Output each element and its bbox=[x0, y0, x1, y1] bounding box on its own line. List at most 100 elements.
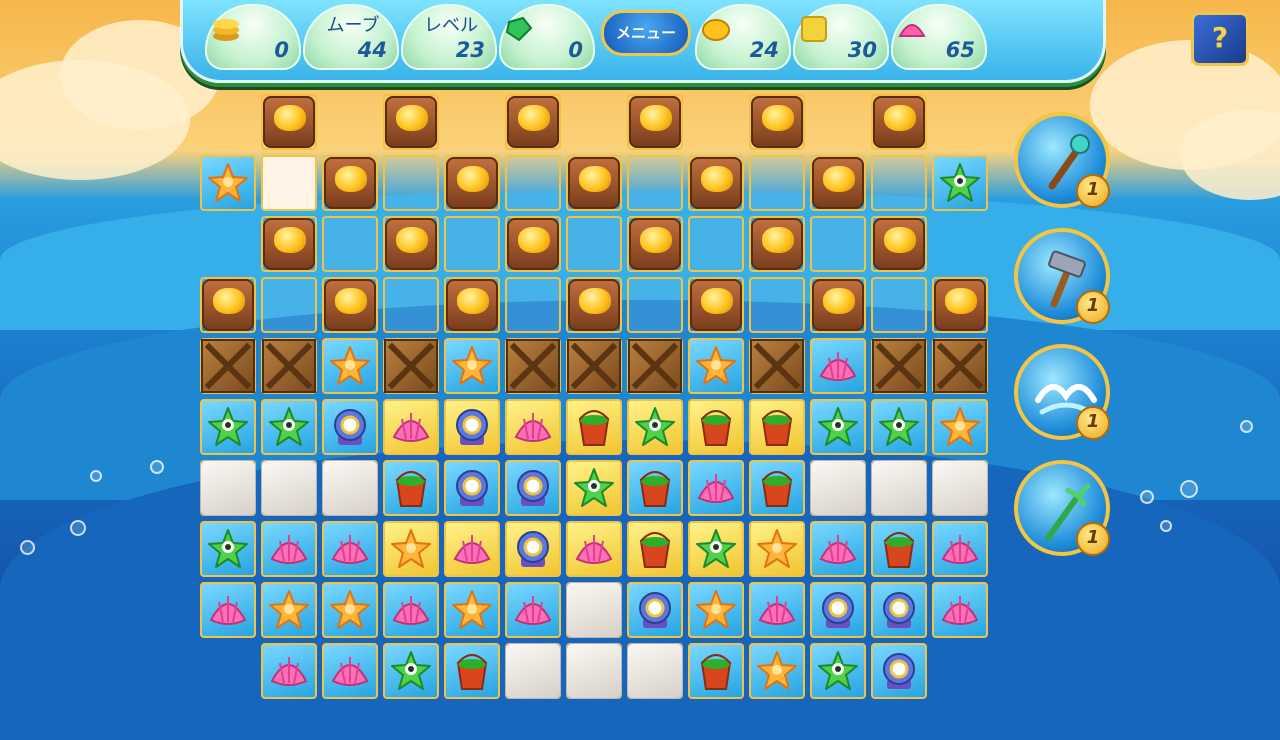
help-book-button[interactable]: ? bbox=[1191, 12, 1249, 66]
board-cell[interactable] bbox=[810, 521, 866, 577]
board-cell[interactable] bbox=[566, 216, 622, 272]
board-cell[interactable] bbox=[566, 155, 622, 211]
board-cell[interactable] bbox=[566, 643, 622, 699]
board-cell[interactable] bbox=[810, 155, 866, 211]
board-cell[interactable] bbox=[322, 460, 378, 516]
board-cell[interactable] bbox=[444, 277, 500, 333]
board-cell[interactable] bbox=[322, 582, 378, 638]
board-cell[interactable] bbox=[749, 155, 805, 211]
board-cell[interactable] bbox=[627, 216, 683, 272]
board-cell[interactable] bbox=[749, 460, 805, 516]
board-cell[interactable] bbox=[871, 94, 927, 150]
board-cell[interactable] bbox=[261, 582, 317, 638]
board-cell[interactable] bbox=[688, 643, 744, 699]
board-cell[interactable] bbox=[505, 94, 561, 150]
tool-magic-staff[interactable]: 1 bbox=[1014, 112, 1110, 208]
board-cell[interactable] bbox=[932, 155, 988, 211]
board-cell[interactable] bbox=[566, 460, 622, 516]
tool-wave[interactable]: 1 bbox=[1014, 344, 1110, 440]
board-cell[interactable] bbox=[688, 216, 744, 272]
board-cell[interactable] bbox=[383, 521, 439, 577]
board-cell[interactable] bbox=[322, 643, 378, 699]
board-cell[interactable] bbox=[871, 216, 927, 272]
board-cell[interactable] bbox=[200, 155, 256, 211]
board-cell[interactable] bbox=[505, 460, 561, 516]
board-cell[interactable] bbox=[871, 582, 927, 638]
board-cell[interactable] bbox=[810, 643, 866, 699]
board-cell[interactable] bbox=[383, 94, 439, 150]
board-cell[interactable] bbox=[200, 338, 256, 394]
board-cell[interactable] bbox=[383, 643, 439, 699]
board-cell[interactable] bbox=[566, 399, 622, 455]
board-cell[interactable] bbox=[566, 521, 622, 577]
board-cell[interactable] bbox=[688, 582, 744, 638]
board-cell[interactable] bbox=[627, 582, 683, 638]
board-cell[interactable] bbox=[871, 338, 927, 394]
board-cell[interactable] bbox=[932, 460, 988, 516]
board-cell[interactable] bbox=[932, 338, 988, 394]
tool-hammer[interactable]: 1 bbox=[1014, 228, 1110, 324]
tool-trident[interactable]: 1 bbox=[1014, 460, 1110, 556]
board-cell[interactable] bbox=[261, 643, 317, 699]
board-cell[interactable] bbox=[688, 399, 744, 455]
board-cell[interactable] bbox=[627, 338, 683, 394]
board-cell[interactable] bbox=[627, 94, 683, 150]
board-cell[interactable] bbox=[627, 521, 683, 577]
board-cell[interactable] bbox=[444, 460, 500, 516]
board-cell[interactable] bbox=[871, 643, 927, 699]
board-cell[interactable] bbox=[505, 399, 561, 455]
board-cell[interactable] bbox=[261, 460, 317, 516]
board-cell[interactable] bbox=[261, 277, 317, 333]
board-cell[interactable] bbox=[505, 643, 561, 699]
board-cell[interactable] bbox=[627, 643, 683, 699]
board-cell[interactable] bbox=[749, 643, 805, 699]
board-cell[interactable] bbox=[688, 338, 744, 394]
board-cell[interactable] bbox=[322, 277, 378, 333]
board-cell[interactable] bbox=[322, 399, 378, 455]
board-cell[interactable] bbox=[627, 460, 683, 516]
board-cell[interactable] bbox=[566, 277, 622, 333]
board-cell[interactable] bbox=[322, 338, 378, 394]
board-cell[interactable] bbox=[261, 338, 317, 394]
board-cell[interactable] bbox=[871, 460, 927, 516]
board-cell[interactable] bbox=[505, 277, 561, 333]
board-cell[interactable] bbox=[261, 155, 317, 211]
board-cell[interactable] bbox=[932, 582, 988, 638]
board-cell[interactable] bbox=[749, 521, 805, 577]
board-cell[interactable] bbox=[932, 521, 988, 577]
board-cell[interactable] bbox=[261, 521, 317, 577]
board-cell[interactable] bbox=[749, 338, 805, 394]
board-cell[interactable] bbox=[749, 582, 805, 638]
board-cell[interactable] bbox=[871, 277, 927, 333]
board-cell[interactable] bbox=[444, 643, 500, 699]
board-cell[interactable] bbox=[383, 338, 439, 394]
board-cell[interactable] bbox=[749, 94, 805, 150]
menu-button[interactable]: メニュー bbox=[601, 10, 691, 56]
board-cell[interactable] bbox=[383, 155, 439, 211]
board-cell[interactable] bbox=[505, 338, 561, 394]
board-cell[interactable] bbox=[383, 216, 439, 272]
board-cell[interactable] bbox=[505, 216, 561, 272]
board-cell[interactable] bbox=[505, 582, 561, 638]
board-cell[interactable] bbox=[505, 521, 561, 577]
board-cell[interactable] bbox=[810, 460, 866, 516]
board-cell[interactable] bbox=[810, 277, 866, 333]
board-cell[interactable] bbox=[566, 582, 622, 638]
board-cell[interactable] bbox=[627, 155, 683, 211]
board-cell[interactable] bbox=[749, 277, 805, 333]
board-cell[interactable] bbox=[688, 460, 744, 516]
board-cell[interactable] bbox=[200, 277, 256, 333]
board-cell[interactable] bbox=[383, 277, 439, 333]
board-cell[interactable] bbox=[322, 521, 378, 577]
board-cell[interactable] bbox=[932, 399, 988, 455]
board-cell[interactable] bbox=[444, 582, 500, 638]
board-cell[interactable] bbox=[200, 582, 256, 638]
board-cell[interactable] bbox=[444, 155, 500, 211]
board-cell[interactable] bbox=[627, 399, 683, 455]
board-cell[interactable] bbox=[810, 338, 866, 394]
board-cell[interactable] bbox=[810, 399, 866, 455]
board-cell[interactable] bbox=[871, 399, 927, 455]
board-cell[interactable] bbox=[749, 216, 805, 272]
board-cell[interactable] bbox=[200, 460, 256, 516]
board-cell[interactable] bbox=[749, 399, 805, 455]
